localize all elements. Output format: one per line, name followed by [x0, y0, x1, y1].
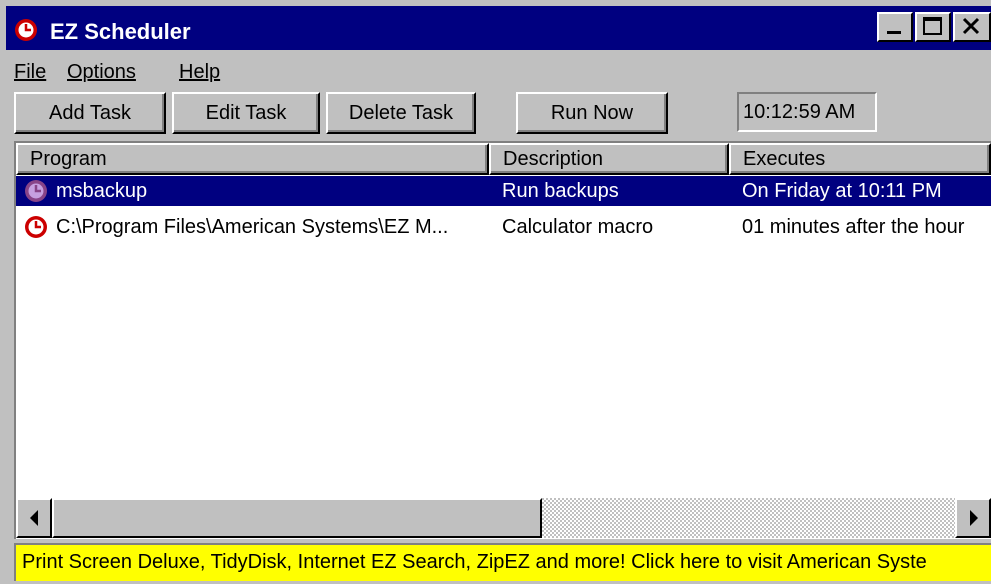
window-title: EZ Scheduler: [50, 19, 191, 44]
add-task-button[interactable]: Add Task: [14, 92, 166, 134]
edit-task-button[interactable]: Edit Task: [172, 92, 320, 134]
promo-link-bar[interactable]: Print Screen Deluxe, TidyDisk, Internet …: [14, 543, 991, 581]
scrollbar-thumb[interactable]: [52, 498, 542, 538]
executes-cell: 01 minutes after the hour: [742, 216, 965, 238]
minimize-button[interactable]: [877, 12, 913, 42]
menu-options[interactable]: Options: [67, 60, 136, 84]
scroll-left-button[interactable]: [16, 498, 52, 538]
table-row[interactable]: msbackup Run backups On Friday at 10:11 …: [16, 176, 991, 206]
menu-help-label: Help: [179, 61, 221, 83]
maximize-icon: [923, 17, 942, 35]
menu-file[interactable]: File: [14, 60, 46, 84]
delete-task-label: Delete Task: [348, 102, 454, 124]
clock-icon: [25, 216, 47, 238]
run-now-button[interactable]: Run Now: [516, 92, 668, 134]
arrow-right-icon: [970, 510, 978, 526]
horizontal-scrollbar[interactable]: [16, 498, 991, 538]
menu-file-label: File: [14, 61, 47, 83]
scroll-right-button[interactable]: [955, 498, 991, 538]
column-header-description[interactable]: Description: [489, 143, 729, 175]
table-row[interactable]: C:\Program Files\American Systems\EZ M..…: [16, 212, 991, 242]
close-icon: [962, 17, 980, 35]
menu-help[interactable]: Help: [179, 60, 220, 84]
column-header-executes[interactable]: Executes: [729, 143, 991, 175]
program-cell: msbackup: [56, 180, 148, 202]
close-button[interactable]: [953, 12, 991, 42]
clock-icon: [25, 180, 47, 202]
clock-icon[interactable]: [14, 18, 38, 42]
menu-options-label: Options: [67, 61, 136, 83]
run-now-label: Run Now: [550, 102, 634, 124]
clock-display: 10:12:59 AM: [737, 92, 877, 132]
minimize-icon: [887, 31, 901, 34]
maximize-button[interactable]: [915, 12, 951, 42]
add-task-label: Add Task: [49, 102, 131, 124]
program-cell: C:\Program Files\American Systems\EZ M..…: [56, 216, 449, 238]
delete-task-button[interactable]: Delete Task: [326, 92, 476, 134]
executes-cell: On Friday at 10:11 PM: [742, 180, 942, 202]
column-header-program[interactable]: Program: [16, 143, 489, 175]
description-cell: Run backups: [502, 180, 619, 202]
edit-task-label: Edit Task: [205, 102, 287, 124]
description-cell: Calculator macro: [502, 216, 654, 238]
arrow-left-icon: [30, 510, 38, 526]
